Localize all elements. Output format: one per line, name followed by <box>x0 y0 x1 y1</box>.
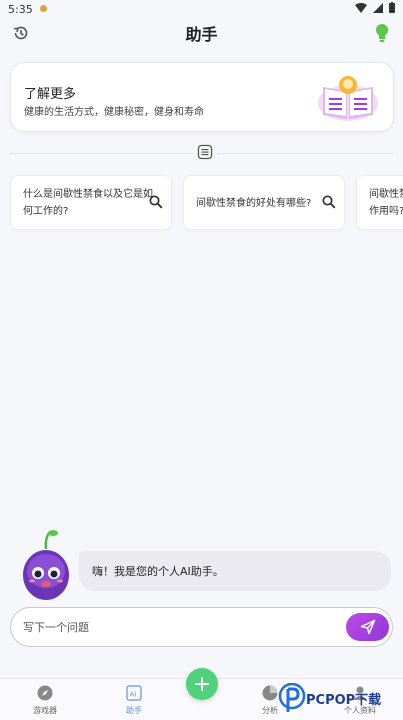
pcpop-logo-icon <box>278 683 306 712</box>
question-input-bar <box>10 607 393 647</box>
question-card[interactable]: 间歇性禁食的好处有哪些? <box>183 175 345 230</box>
assistant-message-bubble: 嗨！我是您的个人AI助手。 <box>79 551 391 591</box>
send-icon <box>360 619 375 635</box>
assistant-mascot-avatar <box>20 527 72 609</box>
watermark-text: PCPOP下载 <box>306 692 382 708</box>
watermark: PCPOP下载 <box>278 683 381 713</box>
nav-label: 助手 <box>126 706 142 715</box>
notification-icon <box>39 3 48 16</box>
search-icon <box>149 195 163 215</box>
document-list-icon[interactable] <box>193 144 217 164</box>
section-divider <box>10 143 394 164</box>
lightbulb-icon[interactable] <box>375 23 389 47</box>
question-text: 间歇性禁 作用吗? <box>369 189 403 217</box>
learn-more-subtitle: 健康的生活方式，健康秘密，健身和寿命 <box>24 107 204 118</box>
plus-icon <box>195 677 209 691</box>
signal-icon <box>373 2 383 16</box>
learn-more-card[interactable]: 了解更多 健康的生活方式，健康秘密，健身和寿命 <box>10 62 394 132</box>
wifi-icon <box>355 2 367 16</box>
battery-icon <box>389 2 395 16</box>
history-icon[interactable] <box>12 24 30 46</box>
nav-item-games[interactable]: 游戏器 <box>15 685 75 716</box>
learn-more-title: 了解更多 <box>24 87 77 102</box>
search-icon <box>322 195 336 215</box>
question-text: 什么是间歇性禁食以及它是如 何工作的? <box>23 189 153 217</box>
page-title: 助手 <box>185 25 218 44</box>
add-button[interactable] <box>186 668 218 700</box>
nav-item-assistant[interactable]: AI 助手 <box>104 685 164 716</box>
nav-label: 分析 <box>262 706 278 715</box>
ai-icon: AI <box>104 685 164 703</box>
nav-label: 游戏器 <box>33 706 57 715</box>
question-card[interactable]: 什么是间歇性禁食以及它是如 何工作的? <box>10 175 172 230</box>
svg-text:AI: AI <box>130 691 137 699</box>
app-header: 助手 <box>0 18 403 48</box>
question-card[interactable]: 间歇性禁 作用吗? <box>356 175 403 230</box>
question-input[interactable] <box>23 618 323 636</box>
status-bar: 5:35 <box>0 0 403 18</box>
send-button[interactable] <box>346 613 389 641</box>
question-text: 间歇性禁食的好处有哪些? <box>196 198 312 209</box>
compass-icon <box>15 685 75 703</box>
status-time: 5:35 <box>8 2 33 16</box>
open-book-icon <box>317 73 379 127</box>
